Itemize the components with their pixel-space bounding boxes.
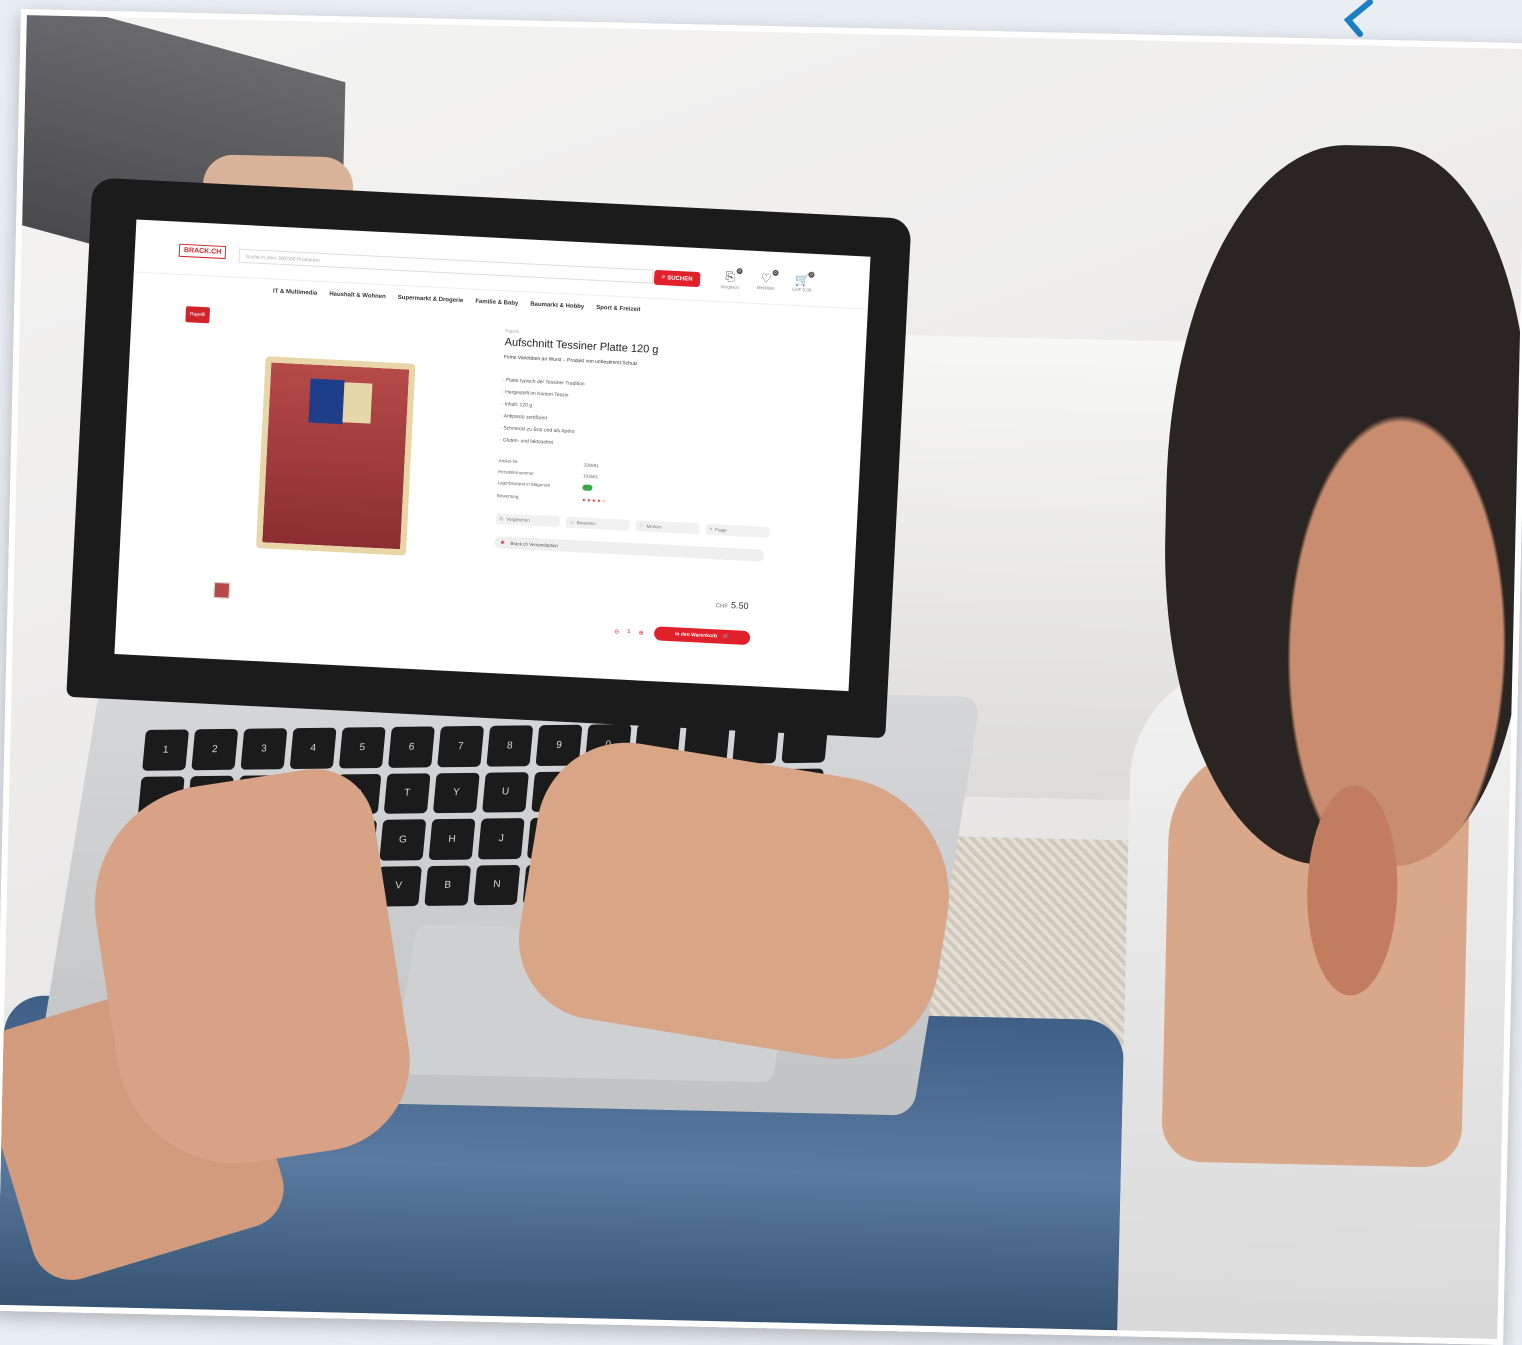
wishlist-button-label: Merken	[646, 523, 662, 530]
package-label-secondary	[342, 382, 373, 424]
key: B	[424, 865, 472, 906]
cart-badge: 0	[808, 271, 815, 278]
spec-label: Bewertung	[496, 493, 519, 500]
spec-value: 103651	[582, 473, 599, 480]
head	[1157, 141, 1522, 870]
header-cart[interactable]: 🛒 0 CHF 0.00	[784, 271, 821, 293]
compare-button-label: Vergleichen	[506, 516, 530, 523]
nav-item[interactable]: Supermarkt & Drogerie	[398, 295, 464, 304]
key: J	[477, 818, 525, 859]
search-input[interactable]: Suche in über 300'000 Produkten	[238, 248, 654, 284]
header-wishlist[interactable]: ♡ 0 Merkliste	[748, 269, 785, 292]
key: Y	[432, 772, 480, 814]
product-image[interactable]	[255, 356, 416, 556]
product-actions: ⎘ Vergleichen ☆ Bewerten ♡ Merken ? Frage	[495, 513, 795, 539]
spec-table: Artikel-Nr. 330691 Herstellernummer 1036…	[497, 458, 799, 514]
feature-text: Schmeckt zu Brot und als Apéro	[503, 425, 575, 435]
key: G	[379, 819, 427, 861]
rating-stars[interactable]: ★★★★☆	[582, 497, 642, 506]
wishlist-button[interactable]: ♡ Merken	[635, 520, 700, 535]
nav-item[interactable]: Haushalt & Wohnen	[329, 291, 386, 300]
spec-value: 330691	[583, 462, 599, 469]
feature-text: Platte typisch der Tessiner Tradition	[505, 377, 585, 388]
feature-text: Inhalt: 120 g	[504, 401, 533, 409]
availability-indicator	[582, 484, 642, 494]
spec-label: Lagerbestand in Mägenwil	[497, 480, 551, 488]
feature-list: · Platte typisch der Tessiner Tradition …	[499, 374, 802, 461]
key: 8	[486, 725, 534, 767]
heart-icon: ♡	[639, 522, 644, 529]
key: H	[428, 818, 476, 860]
rate-button[interactable]: ☆ Bewerten	[565, 516, 630, 531]
decorative-arrow-mark	[1343, 0, 1373, 37]
brand-logo: Rapelli	[185, 306, 211, 324]
compare-icon: ⎘ 0	[725, 267, 743, 284]
feature-text: Gluten- und laktosefrei	[502, 437, 554, 446]
laptop-screen: BRACK.CH Suche in über 300'000 Produkten…	[114, 219, 871, 692]
photo-card: 1234567890 QWERTYUIOP ASDFGHJKL ZXCVBNM …	[0, 9, 1522, 1345]
question-button[interactable]: ? Frage	[705, 523, 770, 538]
key: U	[482, 771, 529, 813]
star-icon: ☆	[569, 519, 574, 525]
search-button[interactable]: ⌕ SUCHEN	[653, 269, 701, 288]
key: 6	[388, 726, 435, 768]
compare-button[interactable]: ⎘ Vergleichen	[495, 513, 560, 528]
key: N	[473, 864, 521, 906]
key: 1	[142, 729, 190, 771]
wishlist-badge: 0	[772, 269, 779, 277]
spec-label: Artikel-Nr.	[498, 458, 519, 465]
quantity-value[interactable]: 1	[627, 629, 631, 636]
minus-icon[interactable]: ⊖	[614, 628, 619, 635]
product-price: CHF 5.50	[715, 599, 748, 611]
search-button-label: SUCHEN	[667, 274, 693, 283]
search-icon: ⌕	[661, 274, 666, 281]
product-thumbnail[interactable]	[213, 581, 231, 599]
rate-button-label: Bewerten	[576, 520, 596, 527]
heart-icon: ♡ 0	[760, 269, 779, 286]
product-info: Rapelli Aufschnitt Tessiner Platte 120 g…	[494, 328, 805, 563]
nav-item[interactable]: IT & Multimedia	[273, 289, 318, 297]
site-logo[interactable]: BRACK.CH	[178, 243, 227, 260]
price-value: 5.50	[730, 600, 749, 611]
key: 4	[289, 727, 337, 769]
key: 5	[338, 727, 386, 768]
cart-total: CHF 0.00	[791, 286, 812, 293]
quantity-stepper: ⊖ 1 ⊕	[614, 628, 644, 637]
feature-text: Antipasto zertifiziert	[503, 413, 548, 422]
package-label	[308, 378, 345, 425]
cart-icon: 🛒 0	[794, 271, 815, 288]
key: 2	[191, 728, 239, 770]
compare-label: Vergleich	[720, 284, 740, 291]
question-button-label: Frage	[714, 527, 727, 533]
availability-dot	[582, 484, 593, 491]
delivery-option-label: Brack.ch Versandoption	[510, 540, 559, 548]
key: T	[383, 772, 431, 814]
compare-icon: ⎘	[499, 516, 504, 522]
delivery-option[interactable]: ◉ Brack.ch Versandoption	[494, 536, 765, 562]
add-to-cart-label: In den Warenkorb	[674, 631, 718, 640]
compare-badge: 0	[736, 267, 743, 275]
key: 3	[240, 728, 288, 770]
spec-label: Herstellernummer	[498, 469, 534, 476]
nav-item[interactable]: Baumarkt & Hobby	[530, 302, 584, 311]
nav-item[interactable]: Familie & Baby	[475, 299, 518, 307]
add-to-cart-button[interactable]: In den Warenkorb 🛒	[653, 626, 751, 646]
cart-icon: 🛒	[722, 633, 730, 641]
radio-icon: ◉	[500, 539, 505, 545]
wishlist-label: Merkliste	[756, 284, 775, 291]
question-icon: ?	[709, 526, 713, 533]
price-currency: CHF	[715, 603, 729, 610]
feature-text: Hergestellt im Kanton Tessin	[505, 389, 569, 399]
plus-icon[interactable]: ⊕	[638, 629, 643, 636]
nav-item[interactable]: Sport & Freizeit	[596, 305, 641, 313]
header-compare[interactable]: ⎘ 0 Vergleich	[712, 267, 749, 291]
key: 7	[437, 725, 485, 767]
